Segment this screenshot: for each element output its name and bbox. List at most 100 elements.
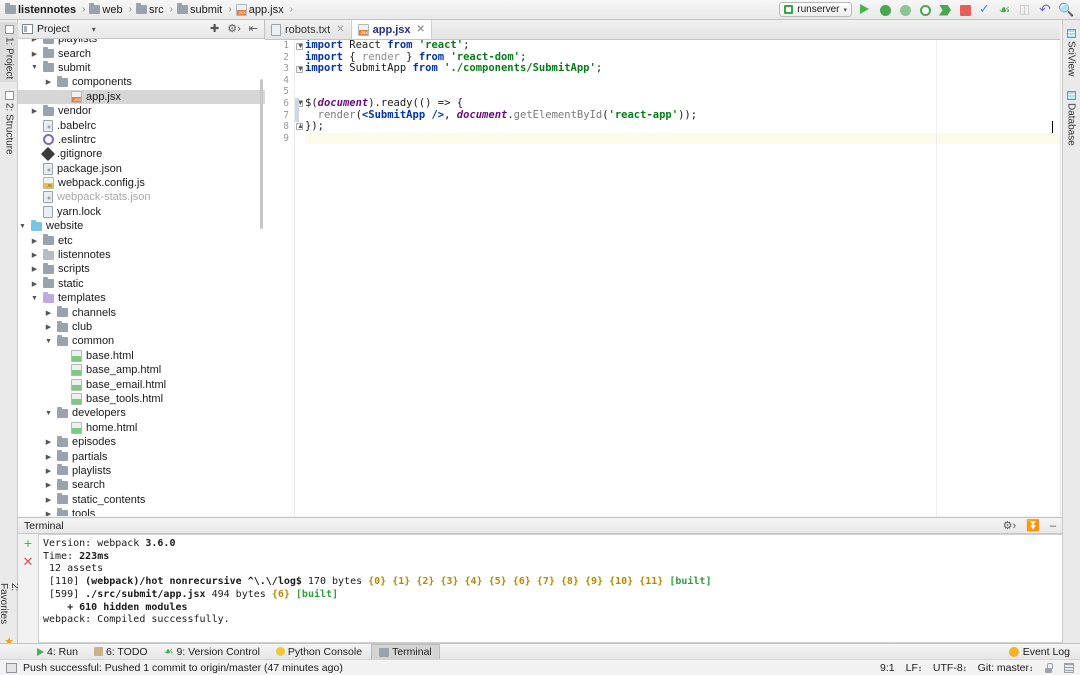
tree-item-base-email-html[interactable]: base_email.html [18,377,265,391]
profile-button[interactable] [918,3,932,17]
breadcrumb-item-appjsx[interactable]: app.jsx [236,4,286,16]
tree-item-base-tools-html[interactable]: base_tools.html [18,392,265,406]
sidebar-item-favorites[interactable]: 2: Favorites ★ [0,580,18,651]
chevron-right-icon[interactable]: ▶ [44,78,53,86]
coverage-button[interactable] [898,3,912,17]
chevron-right-icon[interactable]: ▶ [30,251,39,259]
minimize-icon[interactable]: – [1050,520,1056,532]
tree-item-package-json[interactable]: package.json [18,162,265,176]
tree-item-club[interactable]: ▶club [18,320,265,334]
breadcrumb-item-listennotes[interactable]: listennotes [5,4,78,16]
code-editor[interactable]: 123456789 ▼ ▼ ▼ ▲ import React from 'rea… [265,40,1060,516]
chevron-right-icon[interactable]: ▶ [44,438,53,446]
chevron-right-icon[interactable]: ▶ [44,323,53,331]
chevron-right-icon[interactable]: ▶ [44,453,53,461]
tree-item-etc[interactable]: ▶etc [18,233,265,247]
tree-item-search[interactable]: ▶search [18,46,265,60]
tree-item--eslintrc[interactable]: .eslintrc [18,133,265,147]
chevron-down-icon[interactable]: ▼ [30,64,39,71]
tree-item-yarn-lock[interactable]: yarn.lock [18,205,265,219]
code-line[interactable]: }); [305,121,1060,133]
tree-item-scripts[interactable]: ▶scripts [18,262,265,276]
chevron-right-icon[interactable]: ▶ [30,107,39,115]
undo-button[interactable]: ↶ [1038,3,1052,17]
tree-item-playlists[interactable]: ▶playlists [18,464,265,478]
chevron-right-icon[interactable]: ▶ [44,496,53,504]
tree-item-vendor[interactable]: ▶vendor [18,104,265,118]
chevron-down-icon[interactable]: ▼ [30,295,39,302]
memory-indicator-icon[interactable] [1064,663,1074,673]
chevron-right-icon[interactable]: ▶ [30,50,39,58]
scroll-from-source-icon[interactable]: ✚ [210,24,219,34]
chevron-right-icon[interactable]: ▶ [30,237,39,245]
tree-item-base-html[interactable]: base.html [18,349,265,363]
tree-item-search[interactable]: ▶search [18,478,265,492]
tree-item-common[interactable]: ▼common [18,334,265,348]
terminal-output[interactable]: Version: webpack 3.6.0Time: 223ms 12 ass… [38,534,1062,643]
chevron-right-icon[interactable]: ▶ [30,39,39,43]
debug-button[interactable] [878,3,892,17]
run-button[interactable] [858,3,872,17]
tree-item-webpack-config-js[interactable]: webpack.config.js [18,176,265,190]
project-file-tree[interactable]: ▶playlists▶search▼submit▶componentsapp.j… [18,39,265,516]
breadcrumb-item-submit[interactable]: submit [177,4,224,16]
tree-item-tools[interactable]: ▶tools [18,507,265,516]
sidebar-item-database[interactable]: Database [1062,88,1080,149]
chevron-down-icon[interactable]: ▼ [44,338,53,345]
breadcrumb-item-src[interactable]: src [136,4,166,16]
breadcrumb-item-web[interactable]: web [89,4,124,16]
lock-icon[interactable] [1044,663,1053,673]
git-branch-indicator[interactable]: Git: master↕ [978,662,1033,674]
tree-item-base-amp-html[interactable]: base_amp.html [18,363,265,377]
tool-tab-run[interactable]: 4: Run [30,644,85,659]
tree-item--babelrc[interactable]: .babelrc [18,118,265,132]
tree-item-developers[interactable]: ▼developers [18,406,265,420]
tool-tab-version-control[interactable]: ☙ 9: Version Control [157,644,267,659]
editor-tab-robots-txt[interactable]: robots.txt ✕ [265,20,352,39]
tree-item-listennotes[interactable]: ▶listennotes [18,248,265,262]
tree-item-app-jsx[interactable]: app.jsx [18,90,265,104]
tree-item-static-contents[interactable]: ▶static_contents [18,493,265,507]
vcs-commit-button[interactable]: ☙ [998,3,1012,17]
tree-item-partials[interactable]: ▶partials [18,449,265,463]
chevron-right-icon[interactable]: ▶ [44,481,53,489]
tree-item-home-html[interactable]: home.html [18,421,265,435]
encoding-indicator[interactable]: UTF-8↕ [933,662,967,674]
chevron-right-icon[interactable]: ▶ [44,467,53,475]
pin-icon[interactable]: ⏬ [1026,519,1040,532]
sidebar-item-structure[interactable]: 2: Structure [0,88,18,158]
search-everywhere-button[interactable]: 🔍 [1058,3,1072,17]
tool-tab-python-console[interactable]: Python Console [269,644,369,659]
collapse-all-icon[interactable]: ⇤ [249,24,258,34]
tree-item-playlists[interactable]: ▶playlists [18,39,265,46]
status-info-icon[interactable] [6,663,17,673]
chevron-down-icon[interactable]: ▼ [18,223,27,230]
stop-button[interactable] [958,3,972,17]
gear-icon[interactable]: ⚙› [1003,519,1017,532]
line-separator-indicator[interactable]: LF↕ [906,662,922,674]
close-terminal-button[interactable]: ✕ [23,556,34,567]
attach-button[interactable] [938,3,952,17]
sidebar-item-sciview[interactable]: SciView [1062,26,1080,79]
caret-position-indicator[interactable]: 9:1 [880,662,895,674]
tree-item-submit[interactable]: ▼submit [18,61,265,75]
fold-marker[interactable]: ▲ [296,123,303,130]
vcs-history-button[interactable]: ◫ [1018,3,1032,17]
chevron-right-icon[interactable]: ▶ [30,265,39,273]
chevron-down-icon[interactable]: ▾ [92,25,96,34]
tree-item-website[interactable]: ▼website [18,219,265,233]
code-line[interactable] [305,133,1060,145]
tree-item--gitignore[interactable]: .gitignore [18,147,265,161]
chevron-right-icon[interactable]: ▶ [44,309,53,317]
chevron-down-icon[interactable]: ▼ [44,410,53,417]
tree-item-components[interactable]: ▶components [18,75,265,89]
new-terminal-tab-button[interactable]: + [24,538,32,549]
fold-marker[interactable]: ▼ [296,66,303,73]
close-icon[interactable]: ✕ [336,24,344,35]
close-icon[interactable]: ✕ [417,24,425,35]
code-line[interactable]: import SubmitApp from './components/Subm… [305,63,1060,75]
gear-icon[interactable]: ⚙› [227,24,241,34]
code-line[interactable]: render(<SubmitApp />, document.getElemen… [305,110,1060,122]
tree-item-static[interactable]: ▶static [18,277,265,291]
code-line[interactable] [305,75,1060,87]
